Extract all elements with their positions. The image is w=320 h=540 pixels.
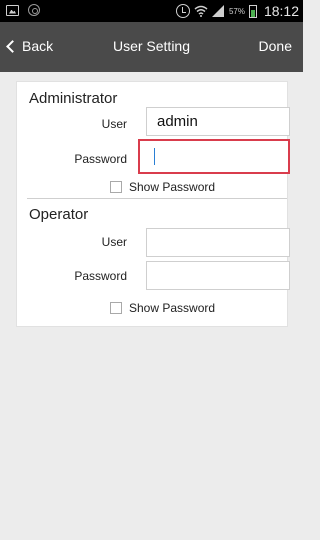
admin-show-password-label: Show Password xyxy=(129,180,216,194)
wifi-icon xyxy=(194,5,208,17)
administrator-section-title: Administrator xyxy=(29,90,118,107)
operator-show-password-label: Show Password xyxy=(129,301,216,315)
alarm-icon xyxy=(175,4,190,18)
operator-user-label: User xyxy=(101,235,127,249)
battery-percent: 57% xyxy=(228,6,245,16)
operator-show-password-toggle[interactable]: Show Password xyxy=(110,301,215,315)
status-bar: 57% 18:12 xyxy=(0,0,303,22)
operator-password-label: Password xyxy=(74,269,127,283)
admin-show-password-toggle[interactable]: Show Password xyxy=(110,180,215,194)
status-left-icons xyxy=(6,4,40,16)
operator-section-title: Operator xyxy=(29,206,89,223)
section-divider xyxy=(27,198,287,199)
chevron-left-icon xyxy=(6,39,19,53)
back-label: Back xyxy=(22,38,54,54)
operator-password-input[interactable] xyxy=(146,261,290,290)
signal-icon xyxy=(211,5,224,17)
admin-show-password-checkbox[interactable] xyxy=(110,181,122,193)
operator-user-input[interactable] xyxy=(146,228,290,257)
title-bar: Back User Setting Done xyxy=(0,22,303,72)
battery-icon xyxy=(248,4,257,18)
text-caret xyxy=(154,148,155,165)
user-settings-card: Administrator User admin Password Show P… xyxy=(16,81,290,327)
done-button[interactable]: Done xyxy=(259,38,292,54)
admin-password-label: Password xyxy=(74,152,127,166)
back-button[interactable]: Back xyxy=(6,38,54,54)
status-right-icons: 57% 18:12 xyxy=(175,2,299,20)
gallery-icon xyxy=(6,4,19,16)
operator-show-password-checkbox[interactable] xyxy=(110,302,122,314)
admin-user-input[interactable]: admin xyxy=(146,107,290,136)
camera-icon xyxy=(28,4,40,16)
admin-user-label: User xyxy=(101,117,127,131)
admin-password-input[interactable] xyxy=(138,139,290,174)
status-time: 18:12 xyxy=(263,3,299,19)
